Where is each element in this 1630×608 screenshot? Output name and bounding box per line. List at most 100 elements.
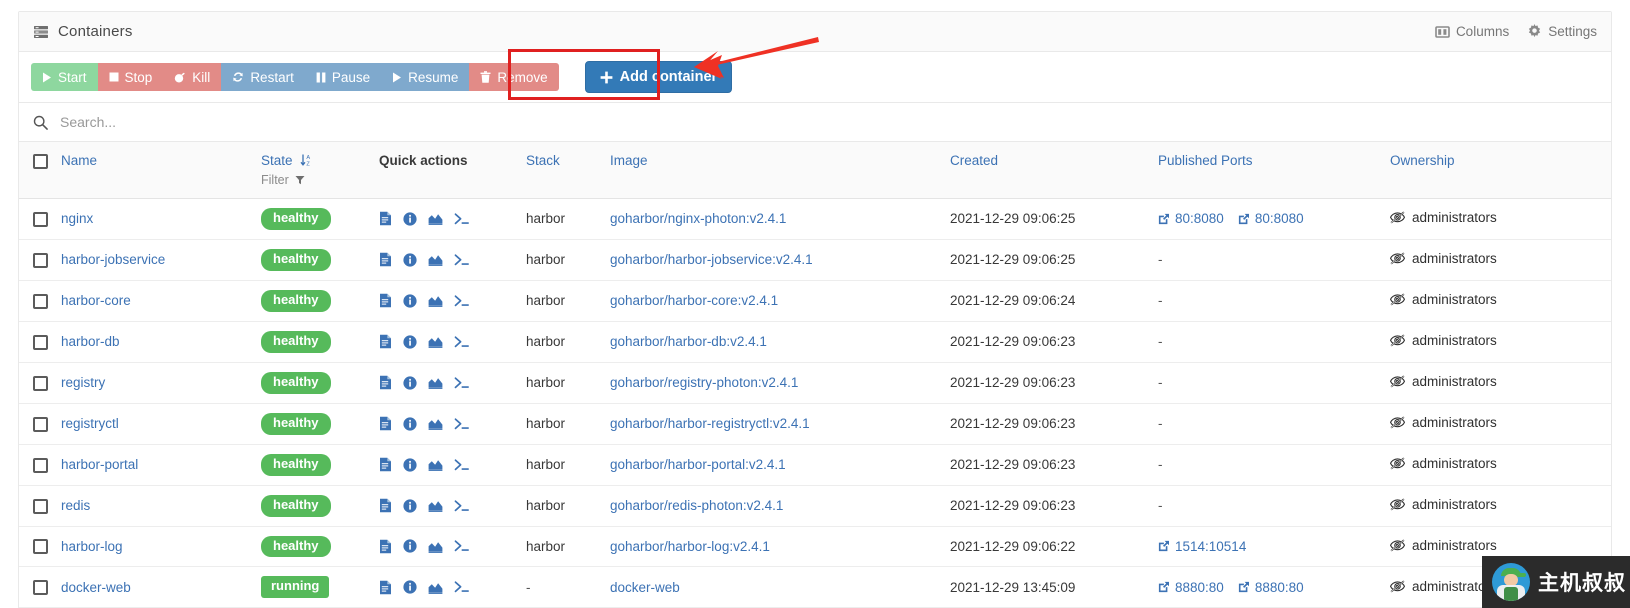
image-link[interactable]: goharbor/redis-photon:v2.4.1 — [610, 498, 783, 513]
container-name-link[interactable]: harbor-core — [61, 293, 131, 308]
info-icon[interactable] — [403, 539, 417, 554]
console-terminal-icon[interactable] — [454, 499, 470, 513]
container-name-link[interactable]: harbor-log — [61, 539, 123, 554]
column-header-name[interactable]: Name — [55, 142, 255, 199]
console-terminal-icon[interactable] — [454, 580, 470, 594]
container-name-link[interactable]: registryctl — [61, 416, 119, 431]
stats-chart-icon[interactable] — [428, 294, 443, 308]
info-icon[interactable] — [403, 498, 417, 513]
stats-chart-icon[interactable] — [428, 253, 443, 267]
console-terminal-icon[interactable] — [454, 539, 470, 553]
stats-chart-icon[interactable] — [428, 212, 443, 226]
image-link[interactable]: goharbor/registry-photon:v2.4.1 — [610, 375, 798, 390]
logs-icon[interactable] — [379, 334, 392, 349]
column-header-ownership[interactable]: Ownership — [1384, 142, 1611, 199]
logs-icon[interactable] — [379, 252, 392, 267]
published-port[interactable]: 8880:80 — [1158, 580, 1224, 595]
stats-chart-icon[interactable] — [428, 458, 443, 471]
row-checkbox[interactable] — [33, 211, 48, 227]
image-link[interactable]: goharbor/harbor-db:v2.4.1 — [610, 334, 767, 349]
columns-button[interactable]: Columns — [1435, 24, 1509, 39]
columns-icon — [1435, 25, 1450, 39]
stats-chart-icon[interactable] — [428, 499, 443, 512]
container-name-link[interactable]: registry — [61, 375, 105, 390]
info-icon[interactable] — [403, 376, 417, 390]
console-terminal-icon[interactable] — [454, 294, 470, 308]
container-name-link[interactable]: harbor-db — [61, 334, 120, 349]
container-name-link[interactable]: nginx — [61, 211, 93, 226]
row-checkbox[interactable] — [33, 416, 48, 432]
logs-icon[interactable] — [379, 498, 392, 513]
column-header-created[interactable]: Created — [944, 142, 1152, 199]
add-container-button[interactable]: Add container — [584, 61, 733, 93]
column-header-state[interactable]: State A Z Filter — [255, 142, 373, 199]
published-port[interactable]: 80:8080 — [1238, 211, 1304, 226]
stats-chart-icon[interactable] — [428, 376, 443, 390]
row-checkbox[interactable] — [33, 334, 48, 350]
console-terminal-icon[interactable] — [454, 417, 470, 431]
row-select-cell — [19, 321, 55, 363]
console-terminal-icon[interactable] — [454, 376, 470, 390]
logs-icon[interactable] — [379, 416, 392, 431]
stop-button[interactable]: Stop — [97, 63, 164, 91]
info-icon[interactable] — [403, 457, 417, 472]
column-header-image[interactable]: Image — [604, 142, 944, 199]
state-filter-control[interactable]: Filter — [261, 173, 367, 187]
info-icon[interactable] — [403, 417, 417, 431]
logs-icon[interactable] — [379, 539, 392, 554]
logs-icon[interactable] — [379, 293, 392, 308]
funnel-icon[interactable] — [295, 173, 305, 187]
published-port[interactable]: 1514:10514 — [1158, 539, 1246, 554]
info-icon[interactable] — [403, 253, 417, 267]
image-link[interactable]: goharbor/harbor-portal:v2.4.1 — [610, 457, 786, 472]
row-checkbox[interactable] — [33, 457, 48, 473]
search-input[interactable] — [58, 113, 1597, 131]
container-name-link[interactable]: docker-web — [61, 580, 131, 595]
info-icon[interactable] — [403, 212, 417, 226]
info-icon[interactable] — [403, 294, 417, 308]
image-link[interactable]: goharbor/nginx-photon:v2.4.1 — [610, 211, 786, 226]
logs-icon[interactable] — [379, 580, 392, 595]
console-terminal-icon[interactable] — [454, 335, 470, 349]
logs-icon[interactable] — [379, 375, 392, 390]
row-checkbox[interactable] — [33, 498, 48, 514]
container-name-link[interactable]: harbor-portal — [61, 457, 138, 472]
select-all-checkbox[interactable] — [33, 153, 48, 169]
image-link[interactable]: goharbor/harbor-registryctl:v2.4.1 — [610, 416, 810, 431]
trash-icon — [480, 71, 491, 83]
container-name-link[interactable]: redis — [61, 498, 90, 513]
console-terminal-icon[interactable] — [454, 212, 470, 226]
info-icon[interactable] — [403, 580, 417, 595]
published-port[interactable]: 80:8080 — [1158, 211, 1224, 226]
image-link[interactable]: goharbor/harbor-jobservice:v2.4.1 — [610, 252, 813, 267]
image-link[interactable]: docker-web — [610, 580, 680, 595]
info-icon[interactable] — [403, 335, 417, 349]
settings-button[interactable]: Settings — [1527, 24, 1597, 39]
row-checkbox[interactable] — [33, 375, 48, 391]
logs-icon[interactable] — [379, 211, 392, 226]
published-port[interactable]: 8880:80 — [1238, 580, 1304, 595]
image-link[interactable]: goharbor/harbor-log:v2.4.1 — [610, 539, 770, 554]
logs-icon[interactable] — [379, 457, 392, 472]
start-button[interactable]: Start — [31, 63, 98, 91]
console-terminal-icon[interactable] — [454, 458, 470, 472]
kill-button[interactable]: Kill — [163, 63, 222, 91]
stats-chart-icon[interactable] — [428, 581, 443, 594]
stats-chart-icon[interactable] — [428, 335, 443, 349]
stats-chart-icon[interactable] — [428, 417, 443, 431]
sort-az-icon[interactable]: A Z — [300, 153, 312, 167]
pause-button[interactable]: Pause — [304, 63, 382, 91]
column-header-stack[interactable]: Stack — [520, 142, 604, 199]
column-header-published-ports[interactable]: Published Ports — [1152, 142, 1384, 199]
row-checkbox[interactable] — [33, 293, 48, 309]
restart-button[interactable]: Restart — [221, 63, 305, 91]
container-name-link[interactable]: harbor-jobservice — [61, 252, 165, 267]
stats-chart-icon[interactable] — [428, 540, 443, 553]
row-checkbox[interactable] — [33, 539, 48, 555]
remove-button[interactable]: Remove — [469, 63, 559, 91]
resume-button[interactable]: Resume — [381, 63, 470, 91]
row-checkbox[interactable] — [33, 580, 48, 596]
row-checkbox[interactable] — [33, 252, 48, 268]
image-link[interactable]: goharbor/harbor-core:v2.4.1 — [610, 293, 778, 308]
console-terminal-icon[interactable] — [454, 253, 470, 267]
